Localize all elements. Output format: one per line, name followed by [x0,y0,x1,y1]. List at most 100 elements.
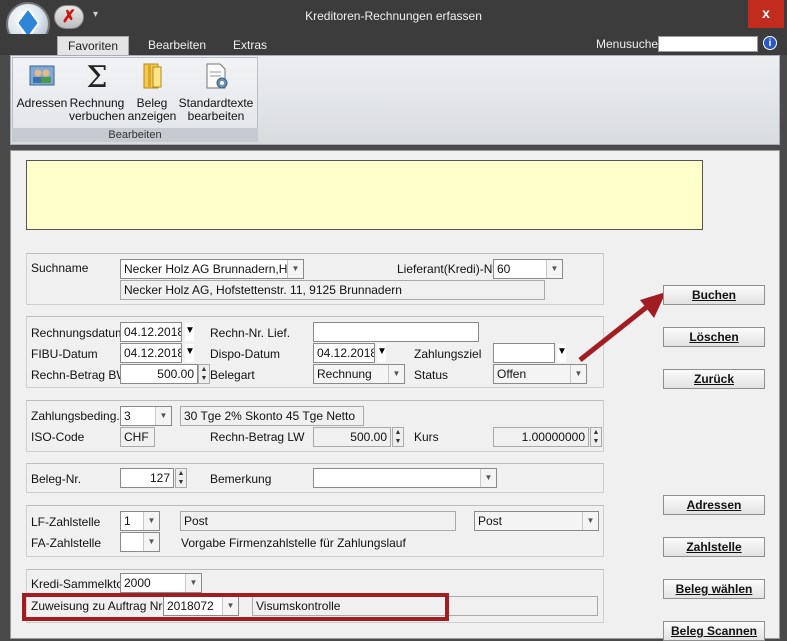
lieferant-nr-field[interactable]: 60 ▼ [493,259,563,279]
tab-favoriten[interactable]: Favoriten [57,36,130,55]
dispo-datum-input[interactable]: 04.12.2018 [313,343,375,363]
info-message-box [26,160,703,230]
date-picker-icon[interactable]: ▼ [377,344,387,362]
kredi-sammelkto-select[interactable]: 2000 ▼ [120,573,202,593]
bemerkung-label: Bemerkung [210,472,272,486]
chevron-down-icon[interactable]: ▼ [582,512,598,530]
ribbon-group-label: Bearbeiten [12,128,258,142]
suchname-label: Suchname [31,261,89,275]
loeschen-button[interactable]: Löschen [663,327,765,347]
menusuche-label: Menusuche [596,37,659,51]
rechn-betrag-bw-input[interactable]: 500.00 [120,364,198,384]
tab-extras[interactable]: Extras [223,36,277,55]
annotation-arrow-icon [578,292,666,362]
bemerkung-input[interactable]: ▼ [313,468,497,488]
rechn-nr-lief-input[interactable] [313,322,479,342]
adressen-button[interactable]: Adressen [663,495,765,515]
kurs-label: Kurs [414,430,439,444]
iso-code-value: CHF [120,427,155,447]
beleg-waehlen-button[interactable]: Beleg wählen [663,579,765,599]
fa-zahlstelle-label: FA-Zahlstelle [31,536,102,550]
kurs-value: 1.00000000 [493,427,589,447]
lieferant-nr-value: 60 [497,262,511,276]
ribbon-verbuchen-label: verbuchen [68,109,126,123]
ribbon-standardtexte-button[interactable]: Standardtexte bearbeiten [178,62,254,123]
lf-zahlstelle-label: LF-Zahlstelle [31,515,101,529]
zahlungsbeding-text: 30 Tge 2% Skonto 45 Tge Netto [180,406,364,426]
fa-zahlstelle-select[interactable]: ▼ [120,532,160,552]
fa-zahlstelle-text: Vorgabe Firmenzahlstelle für Zahlungslau… [181,536,406,550]
rechnungsdatum-label: Rechnungsdatum [31,326,126,340]
fibu-datum-label: FIBU-Datum [31,347,98,361]
ribbon-adressen-label: Adressen [16,96,68,110]
ribbon-anzeigen-label: anzeigen [127,109,177,123]
zurueck-button[interactable]: Zurück [663,369,765,389]
kredi-sammelkto-value: 2000 [124,576,151,590]
ribbon-adressen-button[interactable]: Adressen [16,62,68,110]
window-close-button[interactable]: x [748,0,784,28]
beleg-scannen-button[interactable]: Beleg Scannen [663,621,765,641]
chevron-down-icon[interactable]: ▼ [388,365,404,383]
date-picker-icon[interactable]: ▼ [185,344,195,362]
spinner-icon[interactable]: ▲ ▼ [392,427,404,447]
quick-access-dropdown-icon[interactable]: ▾ [93,9,98,20]
suchname-field[interactable]: Necker Holz AG Brunnadern,Hofs ▼ [120,259,304,279]
svg-text:Σ: Σ [86,62,107,90]
lieferant-address: Necker Holz AG, Hofstettenstr. 11, 9125 … [120,280,545,300]
address-book-icon [29,65,55,86]
ribbon-beleg-anzeigen-button[interactable]: Beleg anzeigen [127,62,177,123]
tab-bearbeiten[interactable]: Bearbeiten [138,36,216,55]
beleg-nr-input[interactable]: 127 [120,468,174,488]
iso-code-label: ISO-Code [31,430,85,444]
spinner-icon[interactable]: ▲ ▼ [198,364,210,384]
beleg-nr-label: Beleg-Nr. [31,472,82,486]
belegart-value: Rechnung [317,367,372,381]
chevron-down-icon[interactable]: ▼ [143,512,159,530]
ribbon-bearbeiten-label: bearbeiten [187,109,245,123]
chevron-down-icon[interactable]: ▼ [143,533,159,551]
chevron-down-icon[interactable]: ▼ [185,574,201,592]
document-gear-icon [206,63,228,89]
rechn-nr-lief-label: Rechn-Nr. Lief. [210,326,291,340]
menusuche-input[interactable] [658,36,758,52]
binder-icon [143,63,162,89]
sigma-icon: Σ [86,60,107,95]
annotation-highlight-box [22,593,449,621]
zahlungsziel-label: Zahlungsziel [414,347,482,361]
zahlungsziel-input[interactable] [493,343,555,363]
window-title: Kreditoren-Rechnungen erfassen [305,9,482,23]
lf-zahlstelle-value: 1 [124,514,131,528]
lf-zahlstelle-text: Post [180,511,456,531]
status-value: Offen [497,367,527,381]
zahlungsbeding-label: Zahlungsbeding. [31,409,120,423]
suchname-value: Necker Holz AG Brunnadern,Hofs [124,262,304,276]
chevron-down-icon[interactable]: ▼ [287,260,303,278]
kredi-sammelkto-label: Kredi-Sammelkto [31,577,124,591]
rechnungsdatum-input[interactable]: 04.12.2018 [120,322,182,342]
lf-zahlstelle-type-value: Post [478,514,503,528]
rechn-betrag-bw-label: Rechn-Betrag BW [31,368,128,382]
dispo-datum-label: Dispo-Datum [210,347,281,361]
date-picker-icon[interactable]: ▼ [185,323,195,341]
belegart-label: Belegart [210,368,255,382]
belegart-select[interactable]: Rechnung ▼ [313,364,405,384]
chevron-down-icon[interactable]: ▼ [480,469,496,487]
fibu-datum-input[interactable]: 04.12.2018 [120,343,182,363]
chevron-down-icon[interactable]: ▼ [546,260,562,278]
rechn-betrag-lw-label: Rechn-Betrag LW [210,430,305,444]
buchen-button[interactable]: Buchen [663,285,765,305]
status-label: Status [414,368,449,382]
ribbon-rechnung-verbuchen-button[interactable]: Σ Rechnung verbuchen [68,60,126,123]
zahlungsbeding-select[interactable]: 3 ▼ [120,406,172,426]
spinner-icon[interactable]: ▲ ▼ [175,468,187,488]
chevron-down-icon[interactable]: ▼ [155,407,171,425]
zahlstelle-button[interactable]: Zahlstelle [663,537,765,557]
lf-zahlstelle-type-select[interactable]: Post ▼ [474,511,599,531]
zahlungsbeding-value: 3 [124,409,131,423]
lieferant-nr-label: Lieferant(Kredi)-Nr [397,262,497,276]
quick-access-close-button[interactable]: ✗ [54,5,84,29]
lf-zahlstelle-select[interactable]: 1 ▼ [120,511,160,531]
date-picker-icon[interactable]: ▼ [557,344,567,362]
spinner-icon[interactable]: ▲ ▼ [590,427,602,447]
help-info-icon[interactable]: i [763,36,777,50]
